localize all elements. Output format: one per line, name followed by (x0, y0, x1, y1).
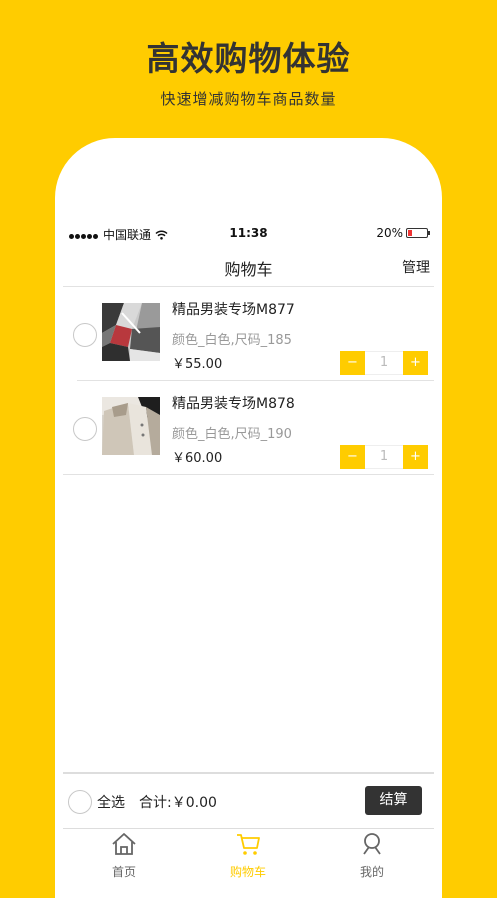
product-spec: 颜色_白色,尺码_185 (172, 333, 292, 348)
quantity-input[interactable]: 1 (365, 351, 403, 375)
checkout-button[interactable]: 结算 (365, 786, 422, 815)
page-title: 购物车 (224, 260, 273, 279)
tab-cart[interactable]: 购物车 (218, 832, 278, 880)
manage-button[interactable]: 管理 (402, 257, 430, 277)
home-icon (112, 833, 136, 855)
product-spec: 颜色_白色,尺码_190 (172, 427, 292, 442)
cart-icon (237, 834, 260, 855)
quantity-stepper: − 1 + (340, 351, 430, 375)
increase-button[interactable]: + (403, 445, 428, 469)
tab-profile-label: 我的 (359, 865, 384, 879)
item-select-radio[interactable] (73, 323, 97, 347)
product-image[interactable] (102, 303, 160, 361)
tabbar-divider (63, 828, 434, 829)
nav-bar: 购物车 管理 (55, 250, 442, 286)
battery-icon (406, 228, 430, 238)
cart-item: 精品男装专场M878 颜色_白色,尺码_190 ￥60.00 − 1 + (55, 381, 442, 475)
decrease-button[interactable]: − (340, 445, 365, 469)
product-name[interactable]: 精品男装专场M878 (172, 393, 295, 413)
tab-profile[interactable]: 我的 (342, 832, 402, 880)
checkout-bar: 全选 合计:￥0.00 结算 (55, 774, 442, 828)
item-divider (63, 474, 434, 475)
phone-screen: 中国联通 11:38 20% 购物车 管理 精品男装专场M877 颜色_白色,尺… (55, 138, 442, 898)
product-price: ￥55.00 (172, 357, 223, 372)
battery-percent: 20% (376, 226, 403, 240)
profile-icon (363, 833, 381, 855)
cart-item: 精品男装专场M877 颜色_白色,尺码_185 ￥55.00 − 1 + (55, 287, 442, 381)
product-price: ￥60.00 (172, 451, 223, 466)
tab-home[interactable]: 首页 (94, 832, 154, 880)
product-image[interactable] (102, 397, 160, 455)
product-name[interactable]: 精品男装专场M877 (172, 299, 295, 319)
decrease-button[interactable]: − (340, 351, 365, 375)
quantity-stepper: − 1 + (340, 445, 430, 469)
select-all-label[interactable]: 全选 (97, 792, 125, 812)
tab-home-label: 首页 (111, 865, 136, 879)
increase-button[interactable]: + (403, 351, 428, 375)
tab-cart-label: 购物车 (229, 865, 266, 879)
select-all-radio[interactable] (68, 790, 92, 814)
status-bar: 中国联通 11:38 20% (55, 226, 442, 244)
promo-title: 高效购物体验 (146, 39, 351, 78)
total-price: 合计:￥0.00 (139, 795, 217, 811)
promo-subtitle: 快速增减购物车商品数量 (160, 90, 337, 108)
item-select-radio[interactable] (73, 417, 97, 441)
tab-bar: 首页 购物车 我的 (55, 832, 442, 882)
quantity-input[interactable]: 1 (365, 445, 403, 469)
